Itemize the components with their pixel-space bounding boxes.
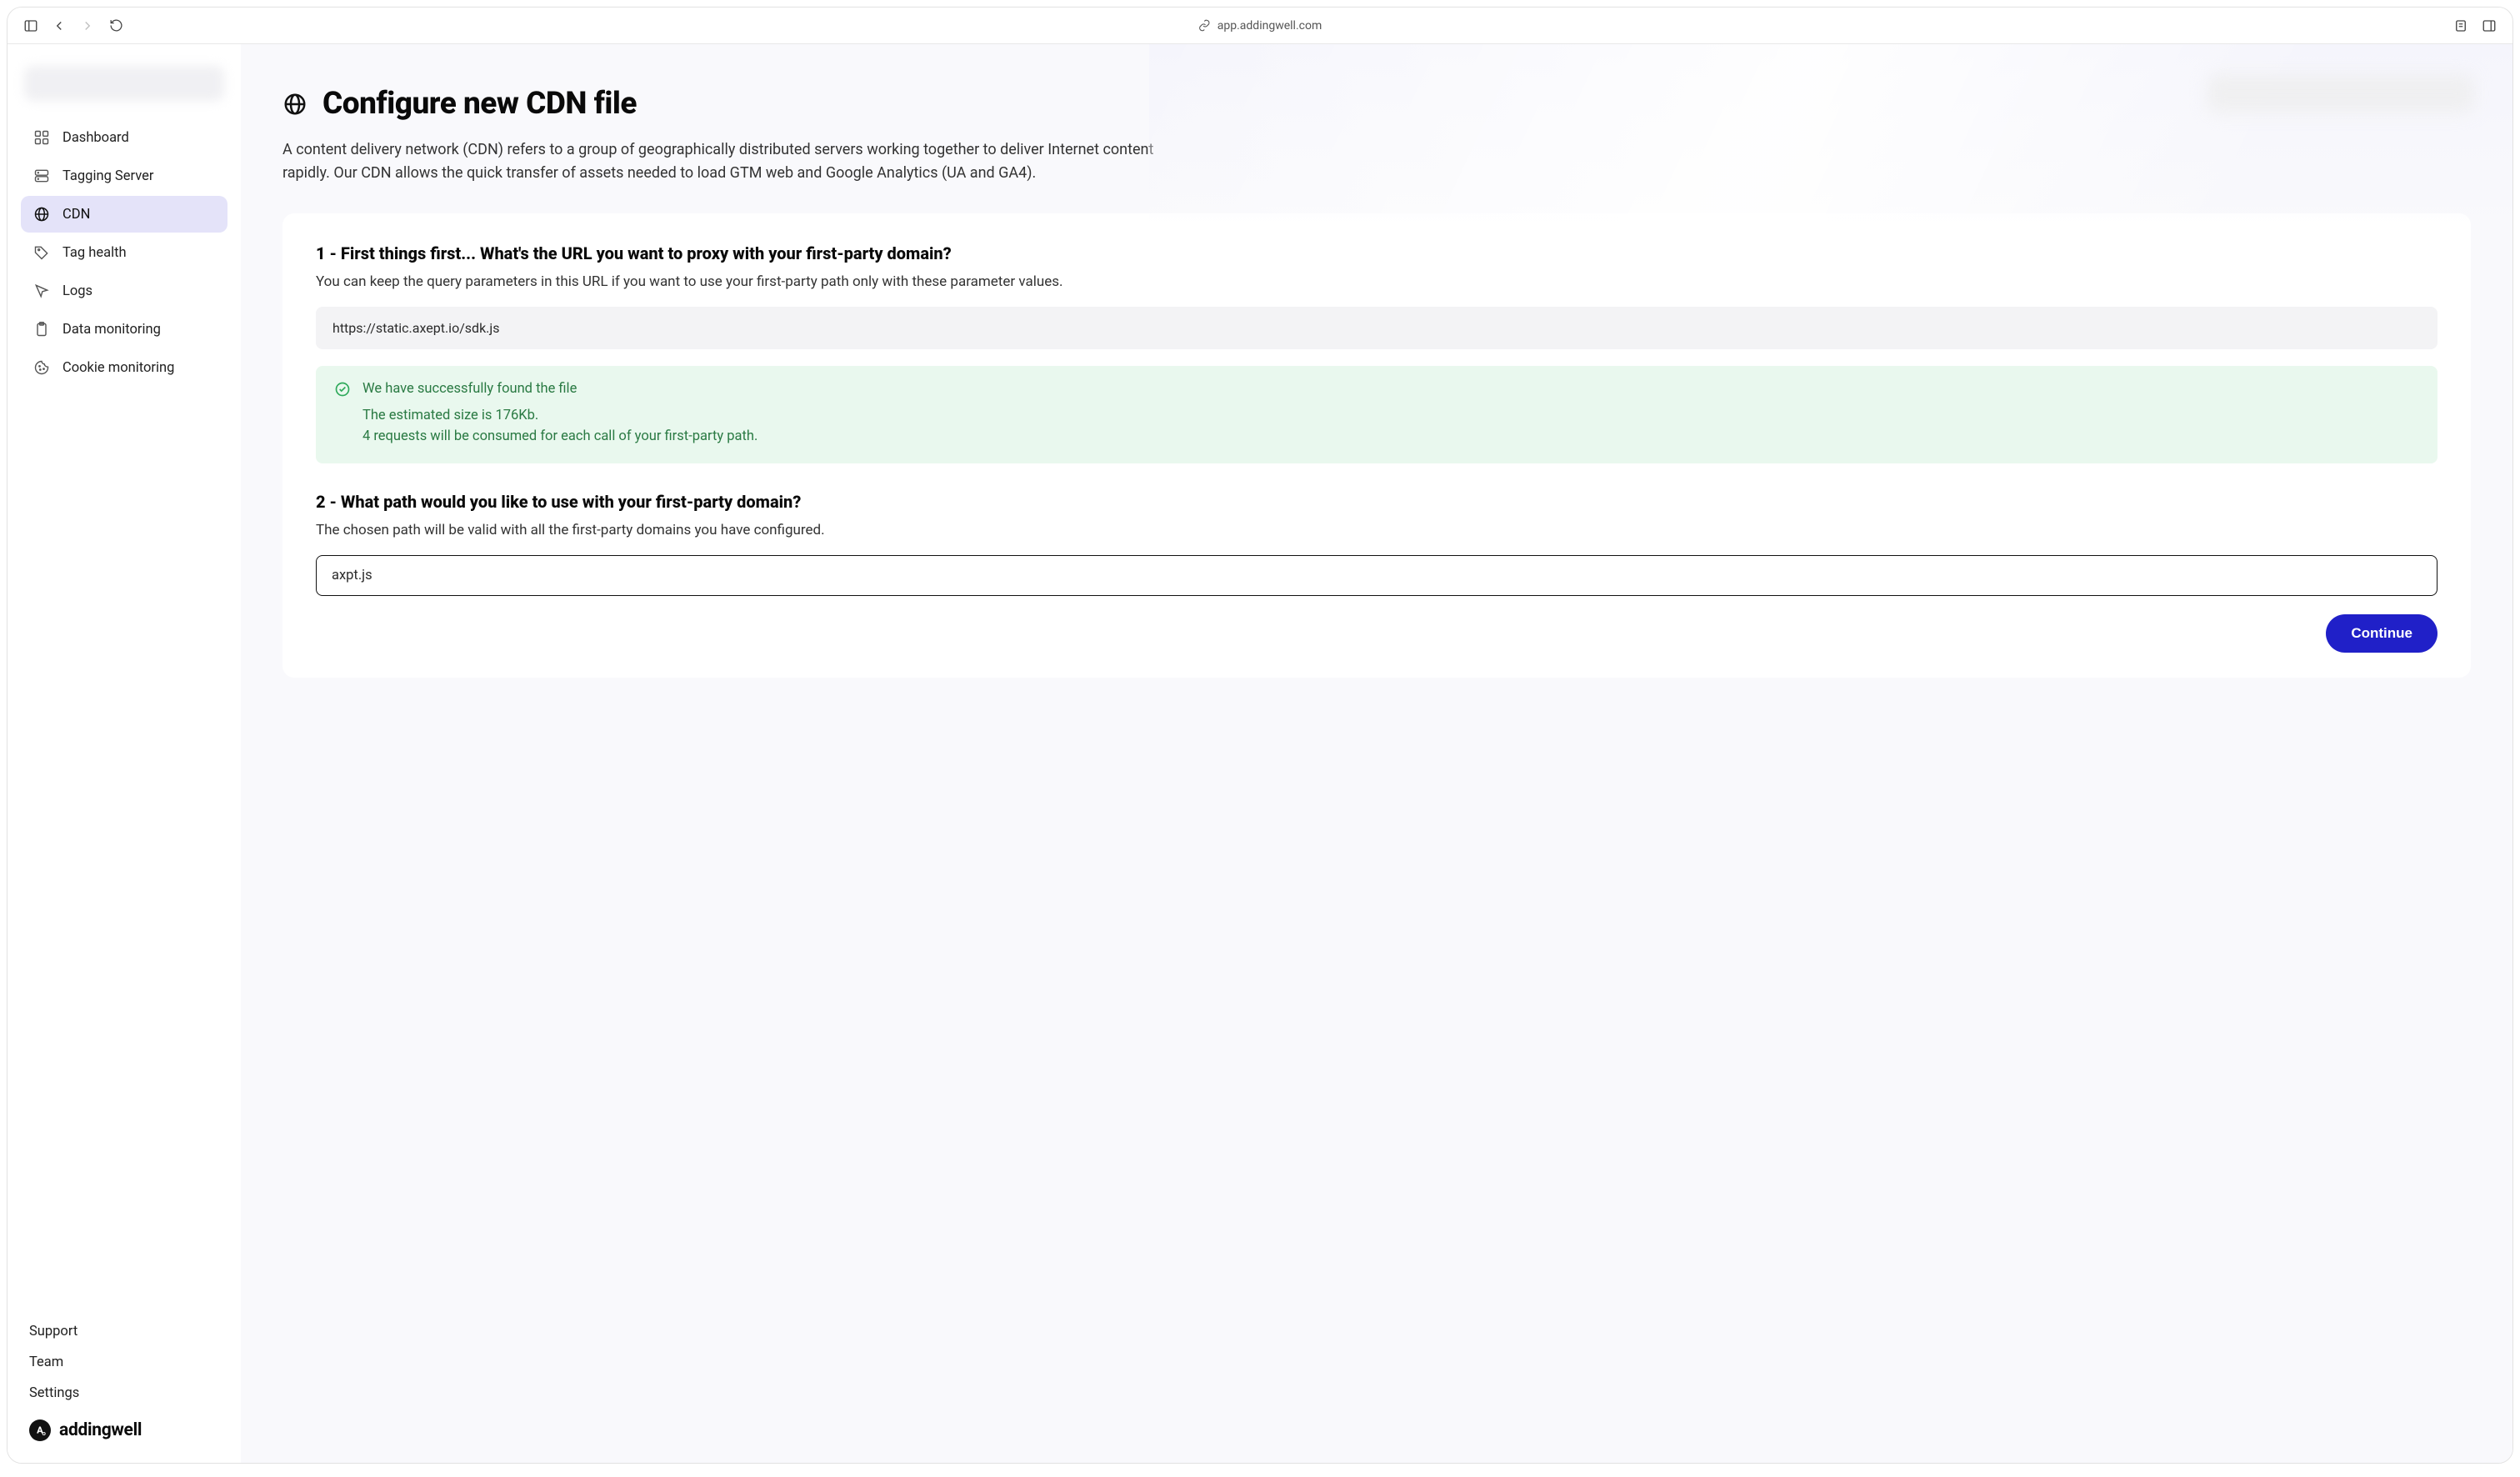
address-bar[interactable]: app.addingwell.com (1198, 19, 1322, 33)
brand: A addingwell (8, 1401, 241, 1446)
globe-icon (32, 205, 51, 223)
workspace-selector[interactable] (24, 66, 224, 101)
sidebar-item-cookie-monitoring[interactable]: Cookie monitoring (21, 349, 228, 386)
link-icon (1198, 19, 1211, 32)
sidebar-item-label: Tag health (62, 245, 127, 261)
share-icon[interactable] (2452, 18, 2469, 34)
back-button[interactable] (51, 18, 68, 34)
server-icon (32, 167, 51, 185)
clipboard-icon (32, 320, 51, 338)
sidebar-item-dashboard[interactable]: Dashboard (21, 119, 228, 156)
proxy-url-display[interactable]: https://static.axept.io/sdk.js (316, 307, 2438, 349)
sidebar-item-label: Dashboard (62, 130, 129, 146)
sidebar-item-label: CDN (62, 207, 90, 223)
sidebar-item-label: Cookie monitoring (62, 360, 174, 376)
success-requests-text: 4 requests will be consumed for each cal… (362, 427, 2419, 448)
nav-list: Dashboard Tagging Server CDN (8, 119, 241, 386)
step2-title: 2 - What path would you like to use with… (316, 492, 2438, 512)
cookie-icon (32, 358, 51, 377)
brand-logo-icon: A (29, 1419, 51, 1441)
config-card: 1 - First things first... What's the URL… (282, 213, 2471, 678)
sidebar-item-label: Data monitoring (62, 322, 161, 338)
sidebar: Dashboard Tagging Server CDN (8, 44, 241, 1463)
settings-link[interactable]: Settings (29, 1385, 219, 1401)
sidebar-item-tagging-server[interactable]: Tagging Server (21, 158, 228, 194)
reload-button[interactable] (108, 18, 124, 34)
page-title: Configure new CDN file (322, 86, 637, 122)
browser-toolbar: app.addingwell.com (8, 8, 2512, 44)
grid-icon (32, 128, 51, 147)
sidebar-item-data-monitoring[interactable]: Data monitoring (21, 311, 228, 348)
sidebar-item-cdn[interactable]: CDN (21, 196, 228, 233)
cursor-icon (32, 282, 51, 300)
first-party-path-input[interactable] (316, 555, 2438, 596)
sidebar-item-tag-health[interactable]: Tag health (21, 234, 228, 271)
header-actions-blurred (2208, 74, 2474, 113)
url-text: app.addingwell.com (1218, 19, 1322, 33)
sidebar-item-label: Tagging Server (62, 168, 153, 184)
tabs-icon[interactable] (2481, 18, 2498, 34)
sidebar-toggle-icon[interactable] (22, 18, 39, 34)
globe-icon (282, 92, 308, 117)
step2-description: The chosen path will be valid with all t… (316, 522, 2438, 538)
sidebar-item-logs[interactable]: Logs (21, 273, 228, 309)
sidebar-footer-links: Support Team Settings (8, 1324, 241, 1401)
brand-name: addingwell (59, 1420, 142, 1440)
check-circle-icon (334, 381, 351, 398)
support-link[interactable]: Support (29, 1324, 219, 1339)
success-size-text: The estimated size is 176Kb. (362, 406, 2419, 427)
forward-button (79, 18, 96, 34)
step1-description: You can keep the query parameters in thi… (316, 273, 2438, 290)
step1-title: 1 - First things first... What's the URL… (316, 243, 2438, 263)
tag-icon (32, 243, 51, 262)
continue-button[interactable]: Continue (2326, 614, 2438, 653)
success-title: We have successfully found the file (362, 381, 577, 397)
main-content: Configure new CDN file A content deliver… (241, 44, 2512, 1463)
sidebar-item-label: Logs (62, 283, 92, 299)
page-description: A content delivery network (CDN) refers … (282, 138, 1199, 185)
success-alert: We have successfully found the file The … (316, 366, 2438, 464)
team-link[interactable]: Team (29, 1354, 219, 1370)
